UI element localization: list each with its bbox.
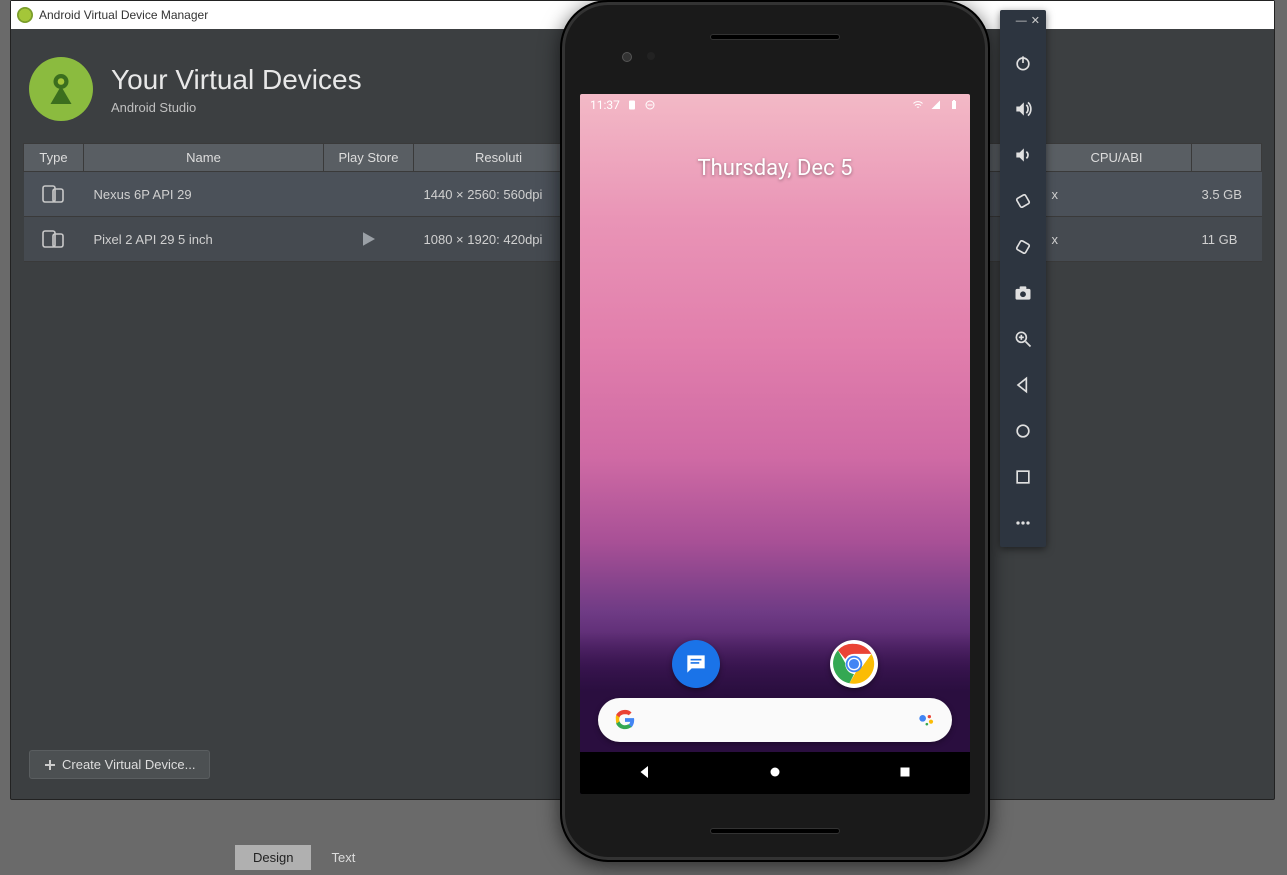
- col-cpu[interactable]: CPU/ABI: [1042, 144, 1192, 172]
- window-title: Android Virtual Device Manager: [39, 8, 208, 22]
- plus-icon: [44, 759, 56, 771]
- volume-down-button[interactable]: [1009, 141, 1037, 169]
- status-time: 11:37: [590, 98, 620, 112]
- zoom-button[interactable]: [1009, 325, 1037, 353]
- more-icon: [1013, 513, 1033, 533]
- back-icon: [1013, 375, 1033, 395]
- tab-design[interactable]: Design: [235, 845, 311, 870]
- device-cpu: x: [1042, 217, 1192, 262]
- sim-icon: [626, 99, 638, 111]
- wifi-icon: [912, 99, 924, 111]
- play-store-cell: [324, 172, 414, 217]
- signal-icon: [930, 99, 942, 111]
- device-name: Pixel 2 API 29 5 inch: [84, 217, 324, 262]
- assistant-icon: [916, 710, 936, 730]
- create-virtual-device-button[interactable]: Create Virtual Device...: [29, 750, 210, 779]
- rotate-right-button[interactable]: [1009, 233, 1037, 261]
- screenshot-button[interactable]: [1009, 279, 1037, 307]
- android-status-bar[interactable]: 11:37: [590, 98, 960, 112]
- col-play-store[interactable]: Play Store: [324, 144, 414, 172]
- camera-icon: [1013, 283, 1033, 303]
- nav-overview-button[interactable]: [896, 763, 914, 784]
- toolbar-close-button[interactable]: ✕: [1031, 16, 1040, 27]
- col-size[interactable]: [1192, 144, 1262, 172]
- dnd-icon: [644, 99, 656, 111]
- power-icon: [1013, 53, 1033, 73]
- device-type-icon: [24, 217, 84, 262]
- front-camera: [622, 52, 632, 62]
- messages-icon: [683, 651, 709, 677]
- home-date-widget[interactable]: Thursday, Dec 5: [580, 156, 970, 181]
- app-chrome[interactable]: [830, 640, 878, 688]
- volume-up-icon: [1013, 99, 1033, 119]
- emulator-screen[interactable]: 11:37 Thursday, Dec 5: [580, 94, 970, 794]
- speaker-top: [710, 34, 840, 40]
- home-button[interactable]: [1009, 417, 1037, 445]
- device-cpu: x: [1042, 172, 1192, 217]
- volume-down-icon: [1013, 145, 1033, 165]
- emulator-device-frame: 11:37 Thursday, Dec 5: [560, 0, 990, 862]
- emulator-toolbar: — ✕: [1000, 10, 1046, 547]
- more-button[interactable]: [1009, 509, 1037, 537]
- col-type[interactable]: Type: [24, 144, 84, 172]
- sensor: [647, 52, 655, 60]
- zoom-icon: [1013, 329, 1033, 349]
- back-button[interactable]: [1009, 371, 1037, 399]
- android-nav-bar: [580, 752, 970, 794]
- rotate-left-button[interactable]: [1009, 187, 1037, 215]
- android-studio-icon: [17, 7, 33, 23]
- toolbar-minimize-button[interactable]: —: [1016, 16, 1027, 27]
- device-name: Nexus 6P API 29: [84, 172, 324, 217]
- editor-tabs: Design Text: [235, 845, 373, 870]
- home-icon: [1013, 421, 1033, 441]
- power-button[interactable]: [1009, 49, 1037, 77]
- nav-home-button[interactable]: [766, 763, 784, 784]
- device-resolution: 1080 × 1920: 420dpi: [414, 217, 584, 262]
- app-messages[interactable]: [672, 640, 720, 688]
- device-type-icon: [24, 172, 84, 217]
- col-resolution[interactable]: Resoluti: [414, 144, 584, 172]
- device-resolution: 1440 × 2560: 560dpi: [414, 172, 584, 217]
- google-search-bar[interactable]: [598, 698, 952, 742]
- device-size: 3.5 GB: [1192, 172, 1262, 217]
- col-name[interactable]: Name: [84, 144, 324, 172]
- battery-icon: [948, 99, 960, 111]
- rotate-left-icon: [1013, 191, 1033, 211]
- volume-up-button[interactable]: [1009, 95, 1037, 123]
- google-g-icon: [614, 709, 636, 731]
- nav-back-button[interactable]: [636, 763, 654, 784]
- device-size: 11 GB: [1192, 217, 1262, 262]
- page-title: Your Virtual Devices: [111, 64, 362, 96]
- overview-button[interactable]: [1009, 463, 1037, 491]
- overview-icon: [1013, 467, 1033, 487]
- play-store-icon: [324, 217, 414, 262]
- tab-text[interactable]: Text: [313, 845, 373, 870]
- chrome-icon: [832, 642, 876, 686]
- page-subtitle: Android Studio: [111, 100, 362, 115]
- android-studio-logo-icon: [29, 57, 93, 121]
- rotate-right-icon: [1013, 237, 1033, 257]
- speaker-bottom: [710, 828, 840, 834]
